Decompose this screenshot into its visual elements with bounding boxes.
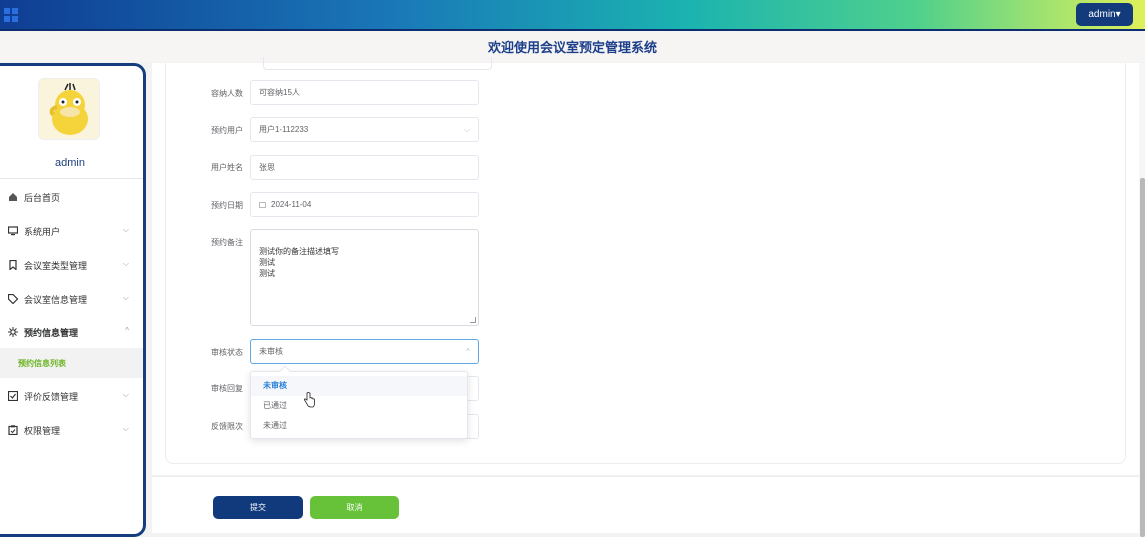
dropdown-option-rejected[interactable]: 未通过	[251, 416, 467, 436]
checkbox-icon	[8, 391, 18, 401]
submit-button[interactable]: 提交	[213, 496, 303, 519]
user-name-input[interactable]: 张思	[250, 155, 479, 180]
booking-date-picker[interactable]: 2024-11-04	[250, 192, 479, 217]
bookmark-icon	[9, 260, 17, 270]
sidebar-item-home[interactable]: 后台首页	[0, 180, 143, 214]
title-bar: 欢迎使用会议室预定管理系统	[0, 33, 1145, 62]
sidebar-username: admin	[55, 157, 85, 169]
booking-note-label: 预约备注	[211, 238, 243, 247]
booking-date-label: 预约日期	[211, 201, 243, 210]
sidebar-item-permissions[interactable]: 权限管理 ⌵	[0, 413, 143, 447]
chevron-down-icon: ⌵	[122, 225, 129, 234]
review-status-label: 审核状态	[211, 348, 243, 357]
chevron-down-icon: ⌵	[463, 125, 470, 134]
sidebar-item-label: 系统用户	[24, 227, 61, 237]
divider	[0, 178, 143, 179]
top-bar: admin▾	[0, 0, 1145, 31]
avatar	[38, 78, 100, 140]
chevron-down-icon: ⌵	[122, 424, 129, 433]
chevron-up-icon: ^	[125, 326, 129, 335]
resize-handle[interactable]	[470, 317, 476, 323]
scrollbar-thumb[interactable]	[1140, 178, 1145, 537]
form-footer: 提交 取消	[152, 476, 1139, 533]
sidebar-item-room-info[interactable]: 会议室信息管理 ⌵	[0, 282, 143, 316]
sidebar: admin 后台首页 系统用户 ⌵ 会议室类型管理 ⌵ 会议室信息管理 ⌵ 预约…	[0, 63, 146, 537]
dropdown-option-approved[interactable]: 已通过	[251, 396, 467, 416]
hand-cursor-icon	[303, 392, 315, 408]
scrolled-field-stub	[263, 57, 492, 70]
booking-user-select[interactable]: 用户1-112233 ⌵	[250, 117, 479, 142]
booking-date-value: 2024-11-04	[271, 200, 312, 209]
sidebar-item-label: 会议室类型管理	[24, 261, 88, 271]
duck-avatar-icon	[39, 79, 99, 139]
chevron-down-icon: ⌵	[122, 390, 129, 399]
sidebar-item-system-users[interactable]: 系统用户 ⌵	[0, 214, 143, 248]
user-name-label: 用户姓名	[211, 163, 243, 172]
booking-note-textarea[interactable]: 测试你的备注描述填写 测试 测试	[250, 229, 479, 326]
sidebar-item-label: 评价反馈管理	[24, 392, 79, 402]
review-status-select[interactable]: 未审核 ^	[250, 339, 479, 364]
review-status-value: 未审核	[259, 347, 283, 356]
sidebar-item-label: 会议室信息管理	[24, 295, 88, 305]
sidebar-subitem-booking-list[interactable]: 预约信息列表	[0, 348, 143, 378]
monitor-icon	[8, 226, 18, 236]
review-status-dropdown: 未审核 已通过 未通过	[250, 365, 468, 439]
sidebar-item-booking-info[interactable]: 预约信息管理 ^	[0, 315, 143, 349]
cancel-button[interactable]: 取消	[310, 496, 399, 519]
user-menu-button[interactable]: admin▾	[1076, 3, 1133, 26]
menu-grid-icon[interactable]	[4, 8, 18, 22]
sidebar-item-room-types[interactable]: 会议室类型管理 ⌵	[0, 248, 143, 282]
review-reply-label: 审核回复	[211, 384, 243, 393]
capacity-input[interactable]: 可容纳15人	[250, 80, 479, 105]
booking-note-value: 测试你的备注描述填写 测试 测试	[259, 247, 339, 278]
booking-user-value: 用户1-112233	[259, 125, 309, 134]
clipboard-icon	[8, 425, 18, 435]
sidebar-item-label: 权限管理	[24, 426, 61, 436]
home-icon	[9, 193, 17, 201]
page-title: 欢迎使用会议室预定管理系统	[487, 40, 657, 55]
chevron-down-icon: ⌵	[122, 293, 129, 302]
calendar-icon	[259, 202, 266, 208]
chevron-down-icon: ⌵	[122, 259, 129, 268]
sidebar-item-feedback[interactable]: 评价反馈管理 ⌵	[0, 379, 143, 413]
feedback-count-label: 反馈限次	[211, 422, 243, 431]
capacity-label: 容纳人数	[211, 89, 243, 98]
sidebar-item-label: 后台首页	[24, 193, 61, 203]
tag-icon	[8, 294, 18, 304]
gear-icon	[8, 327, 18, 337]
booking-user-label: 预约用户	[211, 126, 243, 135]
sidebar-subitem-label: 预约信息列表	[18, 359, 66, 368]
chevron-up-icon: ^	[466, 347, 470, 356]
sidebar-item-label: 预约信息管理	[24, 328, 79, 338]
dropdown-option-pending[interactable]: 未审核	[251, 376, 467, 396]
